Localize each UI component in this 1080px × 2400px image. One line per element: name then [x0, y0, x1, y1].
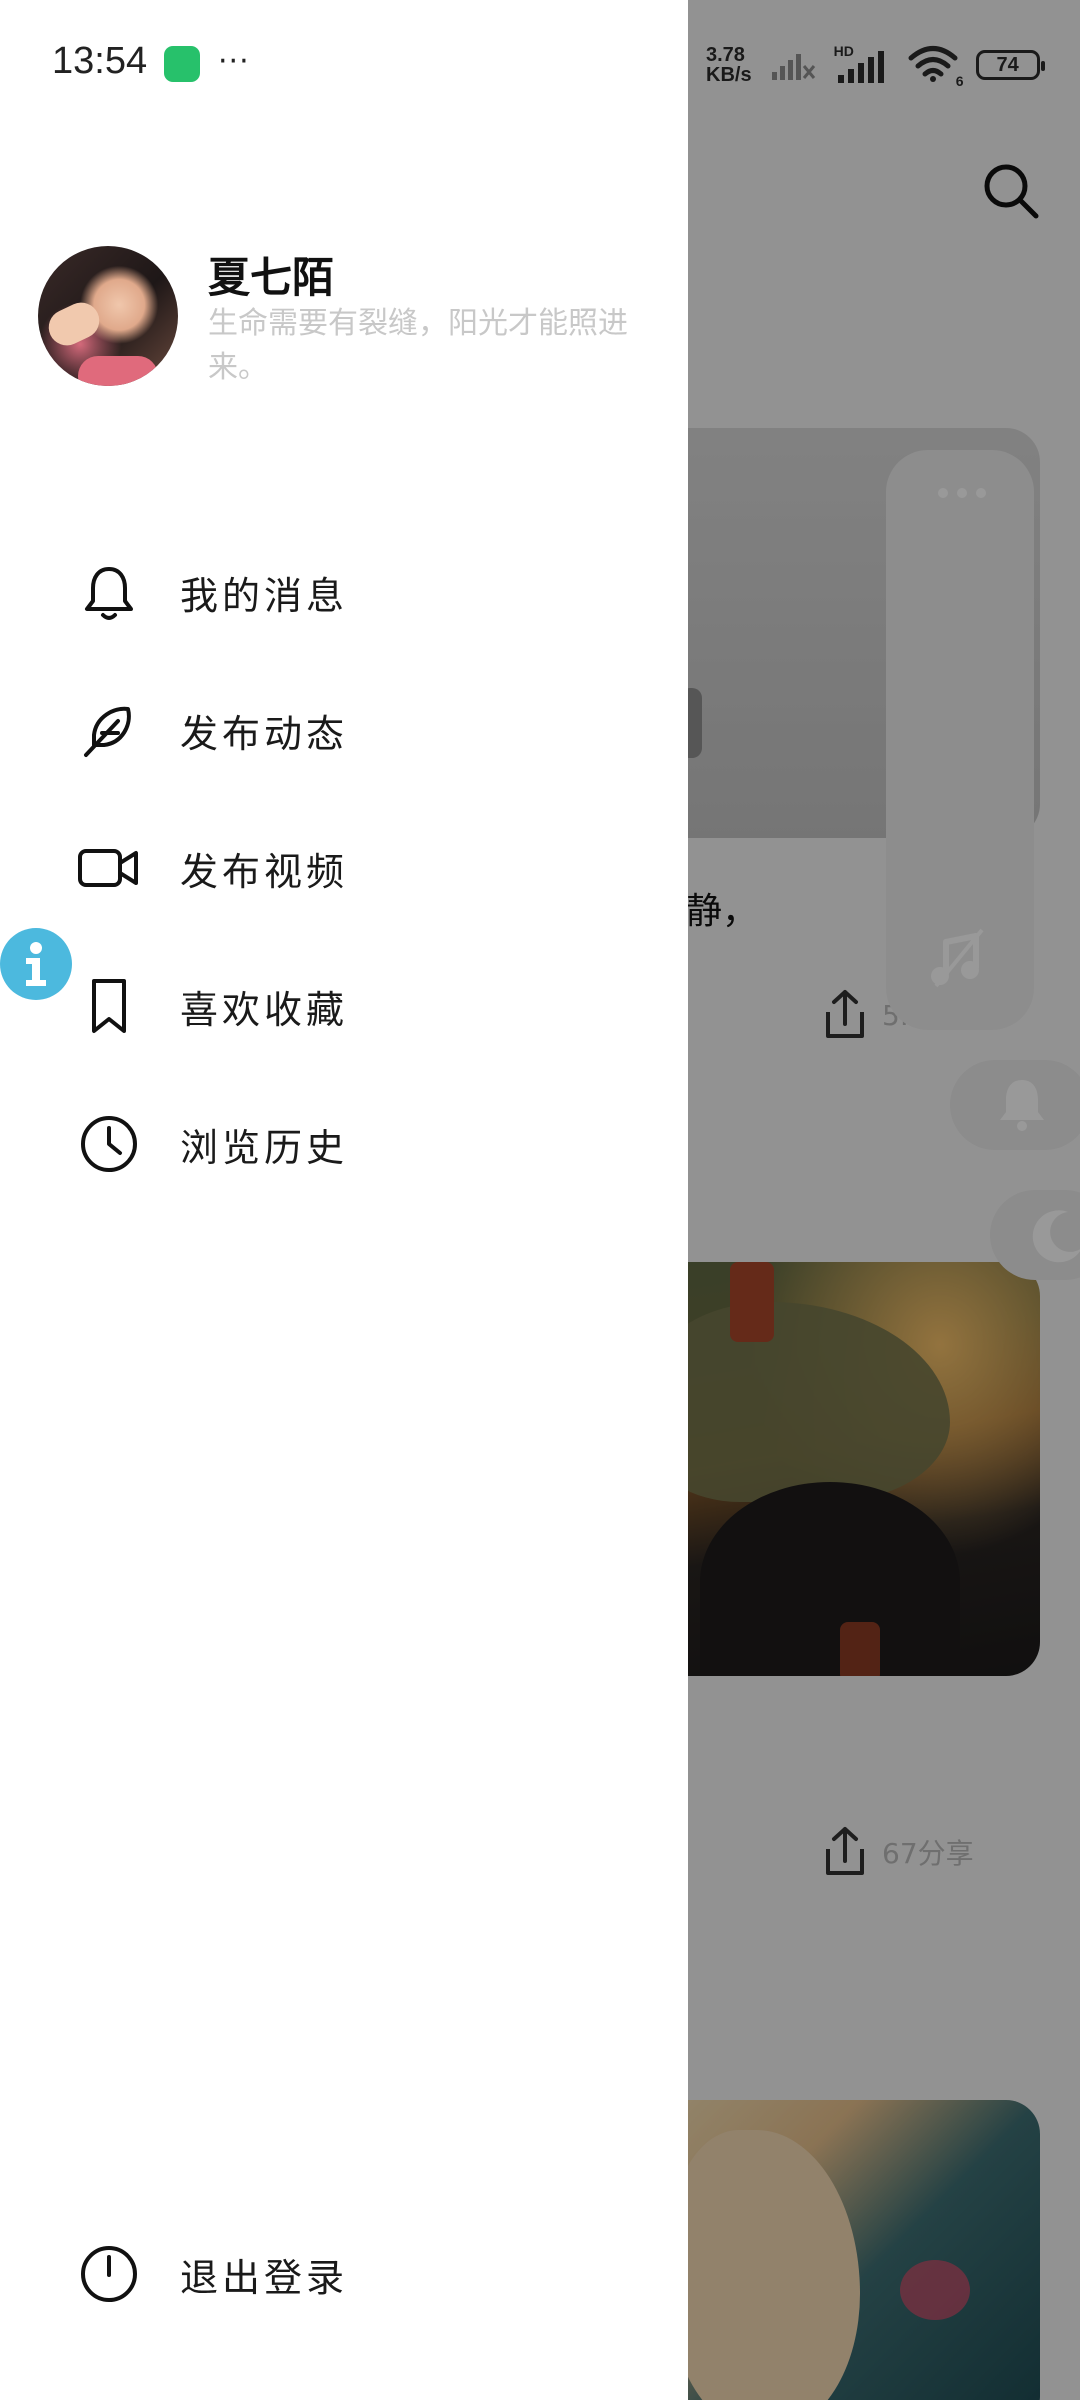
menu-label: 我的消息 — [180, 573, 349, 618]
more-notifications-icon: ··· — [218, 44, 250, 79]
power-icon — [74, 2239, 144, 2309]
wifi-badge: 6 — [955, 73, 964, 89]
floating-info-button[interactable] — [0, 928, 72, 1000]
menu-label: 发布视频 — [180, 849, 349, 894]
avatar[interactable] — [38, 246, 178, 386]
network-speed: 3.78 KB/s — [706, 45, 752, 85]
menu-item-history[interactable]: 浏览历史 — [74, 1104, 654, 1184]
network-speed-value: 3.78 — [706, 44, 745, 66]
user-bio: 生命需要有裂缝，阳光才能照进来。 — [208, 306, 628, 385]
logout-label: 退出登录 — [180, 2255, 349, 2300]
menu-label: 发布动态 — [180, 711, 349, 756]
screen: 静， 5... 67分享 — [0, 0, 1080, 2400]
menu-label: 喜欢收藏 — [180, 987, 349, 1032]
menu-item-video[interactable]: 发布视频 — [74, 828, 654, 908]
app-notification-icon — [164, 46, 200, 82]
status-indicators: 3.78 KB/s HD 6 74 — [706, 40, 1045, 90]
menu-label: 浏览历史 — [180, 1125, 349, 1170]
battery-indicator: 74 — [975, 50, 1045, 80]
info-icon — [26, 942, 46, 986]
menu-item-messages[interactable]: 我的消息 — [74, 552, 654, 632]
wifi-icon: 6 — [908, 45, 964, 89]
user-name[interactable]: 夏七陌 — [208, 244, 334, 305]
feather-icon — [74, 695, 144, 765]
status-time: 13:54 — [52, 40, 148, 82]
menu-item-post[interactable]: 发布动态 — [74, 690, 654, 770]
signal-off-icon — [771, 54, 815, 80]
video-camera-icon — [74, 833, 144, 903]
navigation-drawer: 夏七陌 生命需要有裂缝，阳光才能照进来。 我的消息 发布动态 发布视频 喜欢收藏… — [0, 0, 688, 2400]
bookmark-icon — [74, 971, 144, 1041]
logout-button[interactable]: 退出登录 — [74, 2234, 654, 2314]
status-bar: 13:54 ··· 3.78 KB/s HD 6 74 — [0, 0, 1080, 126]
signal-hd-icon: HD — [834, 43, 890, 85]
menu-item-favorites[interactable]: 喜欢收藏 — [74, 966, 654, 1046]
clock-icon — [74, 1109, 144, 1179]
network-speed-unit: KB/s — [706, 64, 752, 86]
bell-icon — [74, 557, 144, 627]
